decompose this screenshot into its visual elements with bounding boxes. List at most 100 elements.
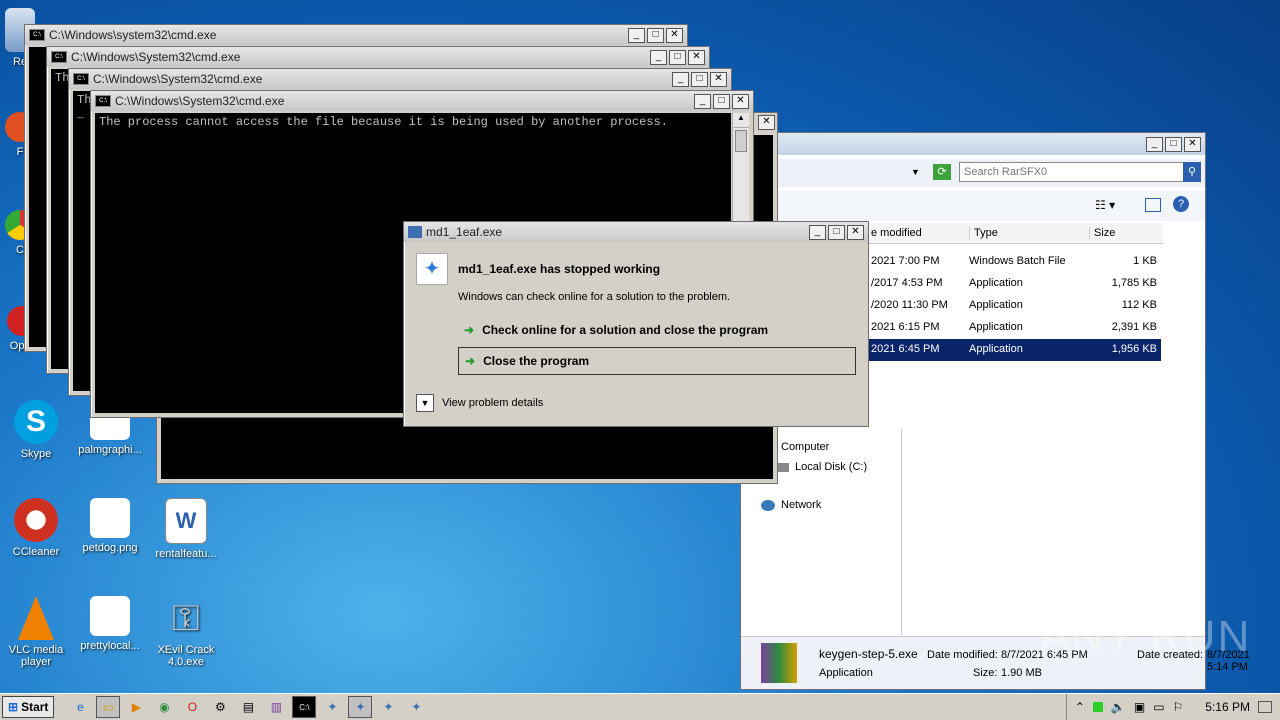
process-monitor-icon[interactable]: ▤ xyxy=(236,696,260,718)
maximize-button[interactable]: □ xyxy=(828,224,845,240)
details-kind: Application xyxy=(819,667,873,679)
nav-item-network[interactable]: Network xyxy=(761,499,821,511)
view-details-toggle[interactable]: ▼ View problem details xyxy=(416,394,543,412)
minimize-button[interactable]: _ xyxy=(1146,136,1163,152)
minimize-button[interactable]: _ xyxy=(650,49,667,65)
scroll-thumb[interactable] xyxy=(735,130,747,152)
column-headers: e modified Type Size xyxy=(869,223,1163,244)
winrar-icon[interactable]: ▥ xyxy=(264,696,288,718)
file-row[interactable]: 2021 7:00 PM Windows Batch File 1 KB xyxy=(869,251,1161,273)
search-icon[interactable]: ⚲ xyxy=(1183,162,1201,182)
scroll-up-arrow-icon[interactable]: ▲ xyxy=(733,113,749,128)
close-program-button[interactable]: ➜ Close the program xyxy=(458,347,856,375)
ie-icon[interactable]: e xyxy=(68,696,92,718)
network-tool-icon[interactable]: ⚙ xyxy=(208,696,232,718)
expand-chevron-icon: ▼ xyxy=(416,394,434,412)
explorer-folder-icon[interactable]: ▭ xyxy=(96,696,121,718)
file-icon xyxy=(90,596,130,636)
column-date-modified[interactable]: e modified xyxy=(871,227,922,239)
network-icon xyxy=(761,499,775,511)
close-button[interactable]: ✕ xyxy=(847,224,864,240)
maximize-button[interactable]: □ xyxy=(691,71,708,87)
maximize-button[interactable]: □ xyxy=(713,93,730,109)
network-tray-icon[interactable]: ▣ xyxy=(1134,700,1145,714)
start-button[interactable]: ⊞ Start xyxy=(2,696,55,718)
minimize-button[interactable]: _ xyxy=(672,71,689,87)
close-button[interactable]: ✕ xyxy=(758,115,775,130)
minimize-button[interactable]: _ xyxy=(694,93,711,109)
winrar-archive-icon xyxy=(761,643,797,683)
toolbar-row: ☷ ▾ ? xyxy=(741,191,1205,221)
vlc-cone-icon xyxy=(18,596,54,640)
media-player-icon[interactable]: ▶ xyxy=(124,696,148,718)
file-row-selected[interactable]: 2021 6:45 PM Application 1,956 KB xyxy=(869,339,1161,361)
cmd-icon: C:\ xyxy=(73,73,89,85)
image-file-icon xyxy=(90,498,130,538)
watermark: ANY RUN xyxy=(1040,612,1252,661)
maximize-button[interactable]: □ xyxy=(669,49,686,65)
power-icon[interactable]: ▭ xyxy=(1153,700,1164,714)
file-row[interactable]: /2017 4:53 PM Application 1,785 KB xyxy=(869,273,1161,295)
skype-icon: S xyxy=(14,400,58,444)
desktop-icon-petdog[interactable]: petdog.png xyxy=(74,498,146,554)
minimize-button[interactable]: _ xyxy=(628,27,645,43)
file-list: 2021 7:00 PM Windows Batch File 1 KB /20… xyxy=(869,251,1161,371)
desktop-icon-vlc[interactable]: VLC media player xyxy=(0,596,72,668)
close-button[interactable]: ✕ xyxy=(732,93,749,109)
volume-icon[interactable]: 🔈 xyxy=(1111,700,1126,714)
file-row[interactable]: 2021 6:15 PM Application 2,391 KB xyxy=(869,317,1161,339)
app-taskbar-icon[interactable]: ✦ xyxy=(320,696,344,718)
close-button[interactable]: ✕ xyxy=(710,71,727,87)
close-button[interactable]: ✕ xyxy=(1184,136,1201,152)
details-filename: keygen-step-5.exe xyxy=(819,647,918,661)
app-taskbar-icon[interactable]: ✦ xyxy=(404,696,428,718)
details-modified-label: Date modified: xyxy=(927,649,998,661)
desktop-icon-prettylocal[interactable]: prettylocal... xyxy=(74,596,146,652)
details-size-label: Size: xyxy=(973,667,998,679)
app-taskbar-icon[interactable]: ✦ xyxy=(348,696,373,718)
nav-item-local-disk[interactable]: Local Disk (C:) xyxy=(775,461,867,473)
address-dropdown-icon[interactable]: ▼ xyxy=(911,167,920,177)
preview-pane-icon[interactable] xyxy=(1145,198,1161,212)
close-button[interactable]: ✕ xyxy=(688,49,705,65)
help-icon[interactable]: ? xyxy=(1173,196,1189,212)
key-icon: ⚿ xyxy=(172,597,200,638)
show-hidden-icons-icon[interactable]: ⌃ xyxy=(1075,700,1085,714)
dialog-subtext: Windows can check online for a solution … xyxy=(458,291,731,303)
file-row[interactable]: /2020 11:30 PM Application 112 KB xyxy=(869,295,1161,317)
cmd-icon: C:\ xyxy=(29,29,45,41)
close-button[interactable]: ✕ xyxy=(666,27,683,43)
dialog-titlebar: md1_1eaf.exe _ □ ✕ xyxy=(404,222,868,242)
refresh-icon[interactable]: ⟳ xyxy=(933,164,951,180)
check-online-button[interactable]: ➜ Check online for a solution and close … xyxy=(458,318,856,342)
explorer-titlebar: _ □ ✕ xyxy=(741,133,1205,155)
clock[interactable]: 5:16 PM xyxy=(1205,700,1250,714)
ccleaner-icon xyxy=(14,498,58,542)
windows-logo-icon: ⊞ xyxy=(8,700,19,714)
desktop-icon-ccleaner[interactable]: CCleaner xyxy=(0,498,72,558)
desktop-icon-rentalfeatu[interactable]: W rentalfeatu... xyxy=(150,498,222,560)
opera-icon[interactable]: O xyxy=(180,696,204,718)
maximize-button[interactable]: □ xyxy=(1165,136,1182,152)
desktop-icon-skype[interactable]: S Skype xyxy=(0,400,72,460)
status-green-icon[interactable] xyxy=(1092,702,1103,712)
desktop-icon-xevil[interactable]: ⚿ XEvil Crack 4.0.exe xyxy=(150,596,222,668)
column-type[interactable]: Type xyxy=(969,227,998,239)
green-arrow-icon: ➜ xyxy=(464,323,475,337)
action-center-flag-icon[interactable]: ⚐ xyxy=(1173,700,1184,714)
taskbar: ⊞ Start e ▭ ▶ ◉ O ⚙ ▤ ▥ C:\ ✦ ✦ ✦ ✦ ⌃ 🔈 … xyxy=(0,693,1280,720)
system-tray: ⌃ 🔈 ▣ ▭ ⚐ 5:16 PM xyxy=(1065,694,1280,720)
cmd-icon: C:\ xyxy=(95,95,111,107)
cmd-icon: C:\ xyxy=(51,51,67,63)
search-input[interactable] xyxy=(959,162,1185,182)
maximize-button[interactable]: □ xyxy=(647,27,664,43)
program-icon: ✦ xyxy=(416,253,448,285)
minimize-button[interactable]: _ xyxy=(809,224,826,240)
view-options-icon[interactable]: ☷ ▾ xyxy=(1095,198,1115,212)
chrome-icon[interactable]: ◉ xyxy=(152,696,176,718)
app-taskbar-icon[interactable]: ✦ xyxy=(376,696,400,718)
dialog-heading: md1_1eaf.exe has stopped working xyxy=(458,262,661,276)
column-size[interactable]: Size xyxy=(1089,227,1115,239)
show-desktop-icon[interactable] xyxy=(1258,701,1272,713)
cmd-taskbar-icon[interactable]: C:\ xyxy=(292,696,317,718)
